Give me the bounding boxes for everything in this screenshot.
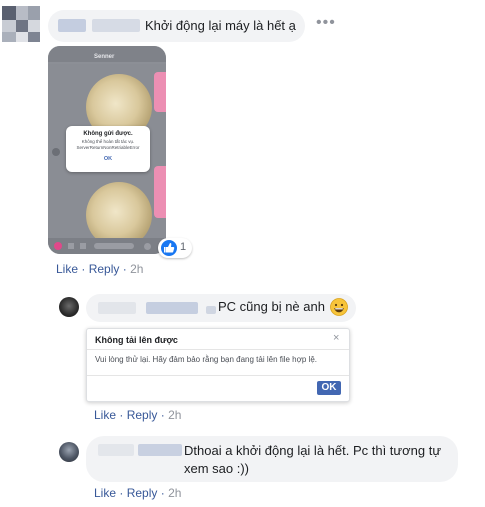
like-link[interactable]: Like — [56, 262, 78, 276]
upload-error-message: Vui lòng thử lại. Hãy đảm bảo rằng bạn đ… — [95, 355, 317, 364]
reply2-name-redacted-2[interactable] — [138, 444, 182, 456]
comment-text: Khởi động lại máy là hết ạ — [145, 18, 296, 33]
thumbs-up-icon — [161, 240, 177, 256]
reply1-actions: Like · Reply · 2h — [94, 408, 182, 422]
reply1-name-redacted-2[interactable] — [146, 302, 198, 314]
chat-header-title: Senner — [94, 54, 115, 60]
comment-actions: Like · Reply · 2h — [56, 262, 144, 276]
reply1-name-redacted-3[interactable] — [206, 306, 216, 314]
phone-error-message: Không thể hoàn tất tác vụ. ServerReturnN… — [76, 139, 140, 150]
reply2-time[interactable]: 2h — [168, 486, 181, 500]
commenter-name-redacted[interactable] — [58, 19, 86, 32]
upload-error-ok-button[interactable]: OK — [317, 381, 341, 395]
upload-error-close-icon[interactable]: × — [333, 332, 339, 344]
reaction-badge[interactable]: 1 — [158, 238, 192, 258]
comment-bubble: Khởi động lại máy là hết ạ — [48, 10, 305, 42]
comment-options-ellipsis-icon[interactable]: ••• — [316, 14, 336, 32]
reply2-like-link[interactable]: Like — [94, 486, 116, 500]
attached-upload-error-dialog[interactable]: Không tải lên được × Vui lòng thử lại. H… — [86, 328, 350, 402]
reply1-name-redacted[interactable] — [98, 302, 136, 314]
reply1-reply-link[interactable]: Reply — [127, 408, 158, 422]
reply-link[interactable]: Reply — [89, 262, 120, 276]
reply2-reply-link[interactable]: Reply — [127, 486, 158, 500]
comment-time[interactable]: 2h — [130, 262, 143, 276]
reply1-bubble: PC cũng bị nè anh — [86, 294, 356, 322]
attached-phone-screenshot[interactable]: Senner Không gửi được. Không thể hoàn tấ… — [48, 46, 166, 254]
upload-error-title: Không tải lên được — [95, 335, 178, 345]
phone-error-dialog: Không gửi được. Không thể hoàn tất tác v… — [66, 126, 150, 172]
commenter-avatar[interactable] — [2, 6, 40, 42]
reaction-count: 1 — [180, 241, 187, 253]
reply2-avatar[interactable] — [59, 442, 79, 462]
reply2-bubble: Dthoai a khởi động lại là hết. Pc thì tư… — [86, 436, 458, 482]
reply2-actions: Like · Reply · 2h — [94, 486, 182, 500]
reply2-text: Dthoai a khởi động lại là hết. Pc thì tư… — [184, 443, 442, 476]
reply1-time[interactable]: 2h — [168, 408, 181, 422]
grinning-face-emoji-icon — [330, 298, 348, 316]
commenter-name-redacted-2[interactable] — [92, 19, 140, 32]
reply1-like-link[interactable]: Like — [94, 408, 116, 422]
reply1-avatar[interactable] — [59, 297, 79, 317]
phone-error-title: Không gửi được. — [83, 131, 133, 137]
reply1-text: PC cũng bị nè anh — [218, 299, 325, 314]
phone-error-ok-button[interactable]: OK — [66, 156, 150, 162]
reply2-name-redacted[interactable] — [98, 444, 134, 456]
